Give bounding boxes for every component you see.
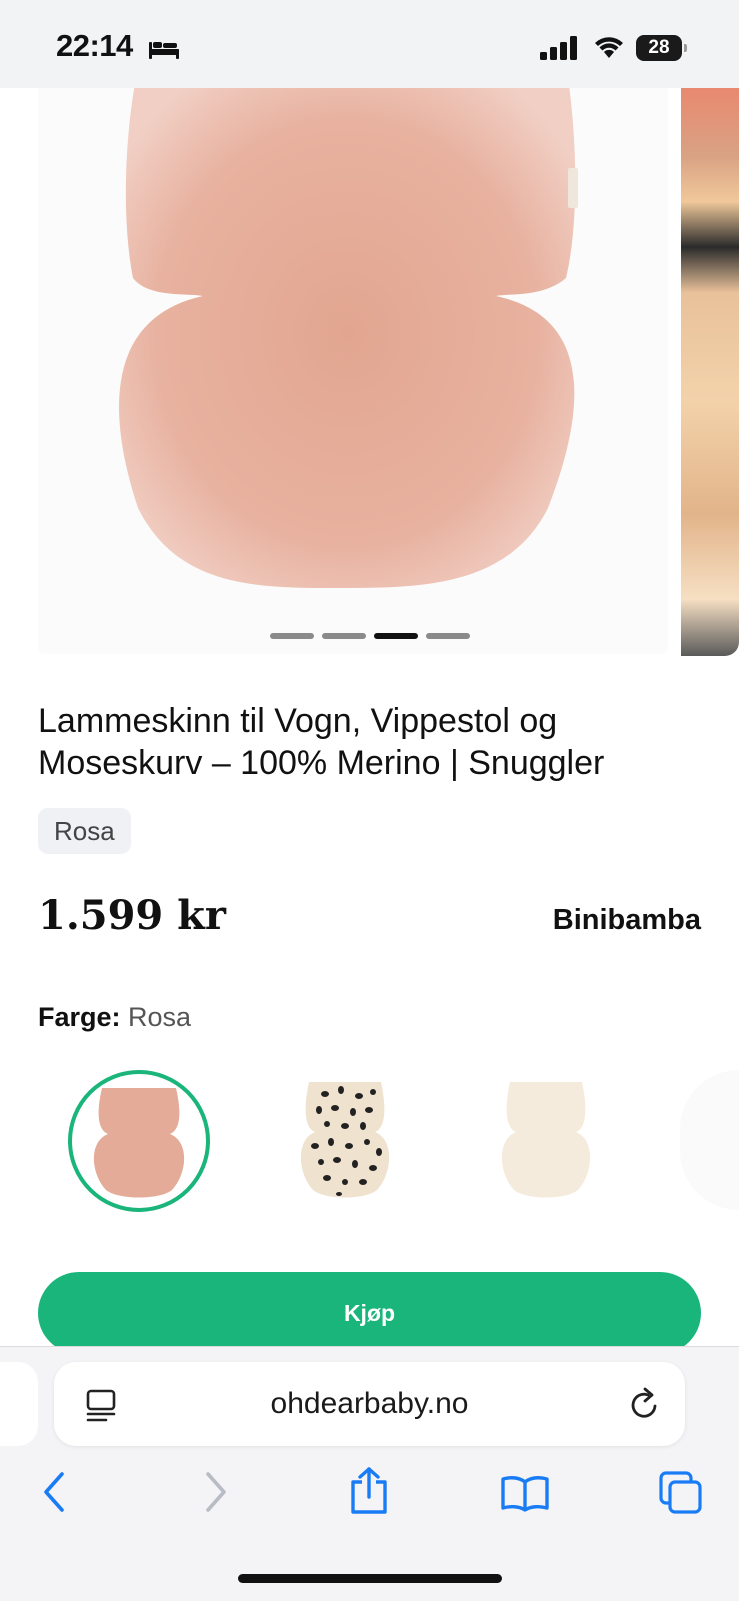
swatch-leopard[interactable]	[275, 1070, 415, 1210]
color-value: Rosa	[128, 1002, 192, 1032]
url-text[interactable]: ohdearbaby.no	[54, 1362, 685, 1446]
swatch-more[interactable]	[680, 1070, 739, 1210]
swatch-rosa[interactable]	[68, 1070, 210, 1212]
lambskin-rosa-image	[119, 88, 578, 588]
swatch-cream-image	[501, 1082, 591, 1198]
reader-icon[interactable]	[84, 1388, 118, 1422]
swatch-cream[interactable]	[476, 1070, 616, 1210]
carousel-dot-2[interactable]	[322, 633, 366, 639]
home-indicator[interactable]	[238, 1574, 502, 1583]
carousel-dot-4[interactable]	[426, 633, 470, 639]
reload-icon[interactable]	[628, 1386, 662, 1422]
product-price: 1.599 kr	[38, 892, 226, 939]
buy-button[interactable]: Kjøp	[38, 1272, 701, 1354]
battery-level: 28	[648, 37, 670, 58]
swatch-rosa-image	[77, 1079, 201, 1203]
back-icon[interactable]	[40, 1470, 70, 1514]
variant-chip: Rosa	[38, 808, 131, 854]
bookmarks-icon[interactable]	[500, 1474, 550, 1512]
wifi-icon	[595, 37, 623, 58]
product-title: Lammeskinn til Vogn, Vippestol og Mosesk…	[38, 702, 605, 782]
previous-tab-preview[interactable]	[0, 1362, 38, 1446]
product-image[interactable]	[38, 88, 668, 654]
share-icon[interactable]	[348, 1466, 390, 1516]
bed-icon	[149, 42, 179, 59]
address-bar[interactable]: ohdearbaby.no	[54, 1362, 685, 1446]
carousel-dot-1[interactable]	[270, 633, 314, 639]
cellular-signal-icon	[540, 36, 577, 60]
status-time: 22:14	[56, 28, 133, 63]
tabs-icon[interactable]	[658, 1470, 704, 1516]
carousel-dot-3-active[interactable]	[374, 633, 418, 639]
next-product-image[interactable]	[681, 88, 739, 656]
color-label: Farge:	[38, 1002, 121, 1032]
forward-icon[interactable]	[200, 1470, 230, 1514]
battery-icon: 28	[636, 35, 688, 61]
product-image-carousel[interactable]	[0, 88, 739, 656]
brand-link[interactable]: Binibamba	[553, 904, 701, 937]
swatch-leopard-image	[300, 1082, 390, 1198]
color-selector-label: Farge: Rosa	[38, 1002, 191, 1033]
